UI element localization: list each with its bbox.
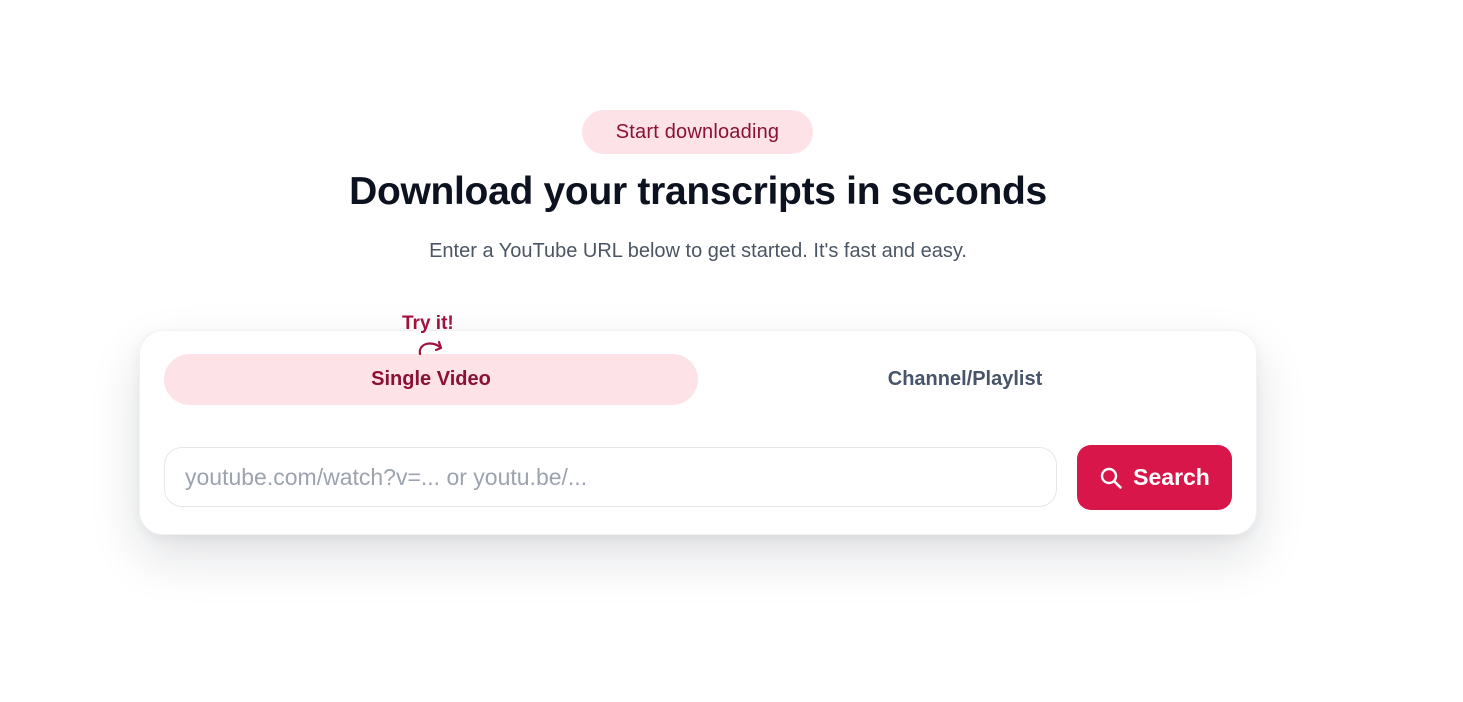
search-button[interactable]: Search xyxy=(1077,445,1232,510)
search-button-label: Search xyxy=(1133,464,1210,490)
curved-arrow-icon xyxy=(418,340,443,356)
search-icon xyxy=(1100,467,1122,489)
page-subtitle: Enter a YouTube URL below to get started… xyxy=(429,240,967,262)
start-downloading-badge: Start downloading xyxy=(582,110,813,154)
try-it-hint: Try it! xyxy=(402,313,454,334)
tab-channel-playlist[interactable]: Channel/Playlist xyxy=(698,354,1232,405)
tab-single-video[interactable]: Single Video xyxy=(164,354,698,405)
youtube-url-input[interactable] xyxy=(164,447,1057,507)
page: Start downloading Download your transcri… xyxy=(0,0,1463,702)
page-title: Download your transcripts in seconds xyxy=(349,170,1047,213)
